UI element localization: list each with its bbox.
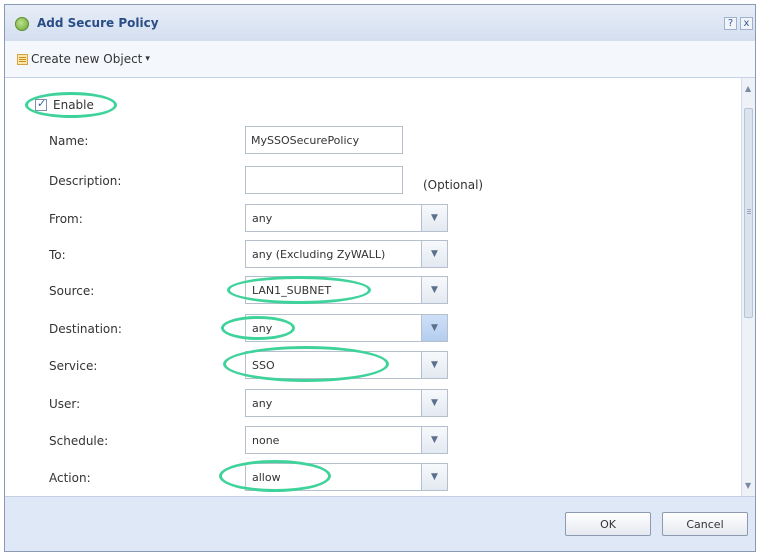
chevron-down-icon[interactable]: ▼ [421, 352, 447, 378]
enable-checkbox[interactable] [35, 97, 47, 111]
from-label: From: [49, 212, 83, 226]
grip-icon [747, 209, 751, 210]
chevron-down-icon[interactable]: ▼ [421, 464, 447, 490]
vertical-scrollbar[interactable]: ▲ ▼ [741, 78, 755, 498]
name-input[interactable] [245, 126, 403, 154]
source-label: Source: [49, 284, 95, 298]
dialog-footer: OK Cancel [5, 496, 755, 551]
dialog-toolbar: Create new Object ▾ [5, 41, 755, 78]
create-new-object-label: Create new Object [31, 52, 143, 66]
scroll-thumb[interactable] [744, 108, 753, 318]
to-value: any (Excluding ZyWALL) [252, 248, 386, 261]
schedule-label: Schedule: [49, 434, 109, 448]
action-select[interactable]: allow ▼ [245, 463, 448, 491]
service-select[interactable]: SSO ▼ [245, 351, 448, 379]
cancel-button[interactable]: Cancel [662, 512, 748, 536]
policy-form: Enable Name: Description: (Optional) Fro… [5, 78, 755, 498]
schedule-select[interactable]: none ▼ [245, 426, 448, 454]
close-button[interactable]: x [740, 17, 753, 30]
source-value: LAN1_SUBNET [252, 284, 332, 297]
chevron-down-icon[interactable]: ▼ [421, 205, 447, 231]
scroll-up-icon[interactable]: ▲ [745, 85, 752, 93]
name-label: Name: [49, 134, 89, 148]
dialog-titlebar: Add Secure Policy ? x [5, 5, 755, 42]
action-value: allow [252, 471, 281, 484]
description-input[interactable] [245, 166, 403, 194]
enable-row: Enable [35, 97, 94, 112]
user-select[interactable]: any ▼ [245, 389, 448, 417]
chevron-down-icon[interactable]: ▼ [421, 277, 447, 303]
schedule-value: none [252, 434, 280, 447]
chevron-down-icon: ▾ [145, 54, 150, 64]
to-select[interactable]: any (Excluding ZyWALL) ▼ [245, 240, 448, 268]
destination-label: Destination: [49, 322, 122, 336]
scroll-down-icon[interactable]: ▼ [745, 482, 752, 490]
new-object-icon [17, 53, 28, 65]
from-select[interactable]: any ▼ [245, 204, 448, 232]
user-value: any [252, 397, 273, 410]
destination-select[interactable]: any ▼ [245, 314, 448, 342]
action-label: Action: [49, 471, 91, 485]
dialog-title: Add Secure Policy [37, 16, 159, 30]
description-optional-hint: (Optional) [423, 178, 484, 192]
chevron-down-icon[interactable]: ▼ [421, 390, 447, 416]
service-value: SSO [252, 359, 275, 372]
create-new-object-menu[interactable]: Create new Object ▾ [17, 52, 150, 66]
ok-button[interactable]: OK [565, 512, 651, 536]
from-value: any [252, 212, 273, 225]
service-label: Service: [49, 359, 98, 373]
chevron-down-icon[interactable]: ▼ [421, 427, 447, 453]
description-label: Description: [49, 174, 122, 188]
chevron-down-icon[interactable]: ▼ [421, 315, 447, 341]
source-select[interactable]: LAN1_SUBNET ▼ [245, 276, 448, 304]
chevron-down-icon[interactable]: ▼ [421, 241, 447, 267]
add-secure-policy-dialog: Add Secure Policy ? x Create new Object … [4, 4, 756, 552]
enable-label: Enable [53, 98, 94, 112]
help-button[interactable]: ? [724, 17, 737, 30]
to-label: To: [49, 248, 66, 262]
destination-value: any [252, 322, 273, 335]
user-label: User: [49, 397, 81, 411]
policy-icon [15, 17, 29, 31]
